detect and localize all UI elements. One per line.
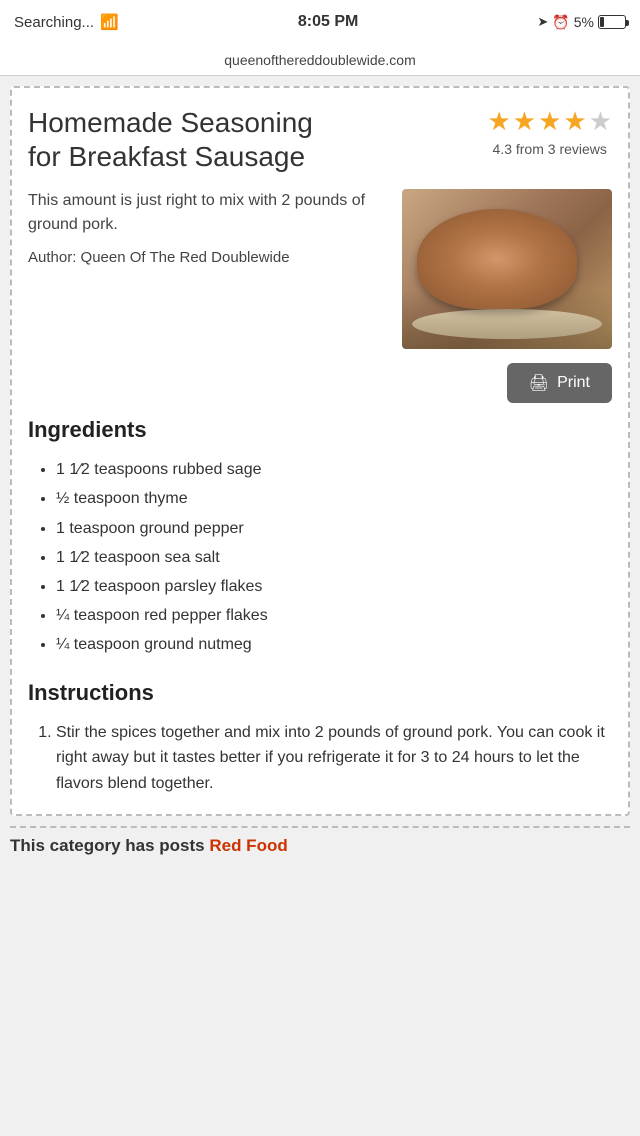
plate-decoration: [412, 309, 602, 339]
author-text: Author: Queen Of The Red Doublewide: [28, 247, 390, 270]
author-name: Queen Of The Red Doublewide: [81, 249, 290, 266]
list-item: 1 1⁄2 teaspoon sea salt: [56, 543, 612, 572]
star-5: ★: [589, 106, 612, 137]
print-button-row: 🖨 Print: [28, 363, 612, 403]
time-display: 8:05 PM: [298, 13, 358, 31]
bottom-teaser: This category has posts Red Food: [10, 826, 630, 856]
wifi-icon: 📶: [100, 13, 119, 31]
status-bar: Searching... 📶 8:05 PM ➤ ⏰ 5%: [0, 0, 640, 44]
searching-label: Searching...: [14, 14, 94, 31]
rating-text: 4.3 from 3 reviews: [493, 141, 607, 157]
battery-indicator: [598, 15, 626, 29]
star-4: ★: [563, 106, 586, 137]
printer-icon: 🖨: [529, 373, 549, 393]
star-rating: ★ ★ ★ ★ ★: [487, 106, 612, 137]
title-rating-row: Homemade Seasoning for Breakfast Sausage…: [28, 106, 612, 173]
list-item: ½ teaspoon thyme: [56, 484, 612, 513]
address-bar[interactable]: queenofthereddoublewide.com: [0, 44, 640, 76]
status-right: ➤ ⏰ 5%: [537, 14, 626, 31]
teaser-text: This category has posts: [10, 836, 209, 855]
list-item: ¼ teaspoon red pepper flakes: [56, 601, 612, 630]
list-item: ¼ teaspoon ground nutmeg: [56, 630, 612, 659]
battery-percent: 5%: [574, 14, 594, 30]
status-left: Searching... 📶: [14, 13, 119, 31]
recipe-description: This amount is just right to mix with 2 …: [28, 189, 390, 237]
ingredients-list: 1 1⁄2 teaspoons rubbed sage ½ teaspoon t…: [28, 455, 612, 659]
star-2: ★: [513, 106, 536, 137]
teaser-link[interactable]: Red Food: [209, 836, 287, 855]
list-item: 1 1⁄2 teaspoon parsley flakes: [56, 572, 612, 601]
rating-block: ★ ★ ★ ★ ★ 4.3 from 3 reviews: [487, 106, 612, 157]
url-display: queenofthereddoublewide.com: [224, 52, 415, 68]
recipe-title: Homemade Seasoning for Breakfast Sausage: [28, 106, 328, 173]
alarm-icon: ⏰: [552, 14, 569, 31]
desc-image-row: This amount is just right to mix with 2 …: [28, 189, 612, 349]
list-item: 1 teaspoon ground pepper: [56, 514, 612, 543]
print-button[interactable]: 🖨 Print: [507, 363, 612, 403]
list-item: 1 1⁄2 teaspoons rubbed sage: [56, 455, 612, 484]
list-item: Stir the spices together and mix into 2 …: [56, 718, 612, 799]
star-3: ★: [538, 106, 561, 137]
recipe-card: Homemade Seasoning for Breakfast Sausage…: [10, 86, 630, 816]
instructions-heading: Instructions: [28, 680, 612, 706]
recipe-image: [402, 189, 612, 349]
star-1: ★: [487, 106, 510, 137]
description-block: This amount is just right to mix with 2 …: [28, 189, 390, 349]
instructions-list: Stir the spices together and mix into 2 …: [28, 718, 612, 799]
author-label: Author:: [28, 249, 76, 266]
ingredients-heading: Ingredients: [28, 417, 612, 443]
print-label: Print: [557, 374, 590, 392]
arrow-icon: ➤: [537, 14, 548, 30]
